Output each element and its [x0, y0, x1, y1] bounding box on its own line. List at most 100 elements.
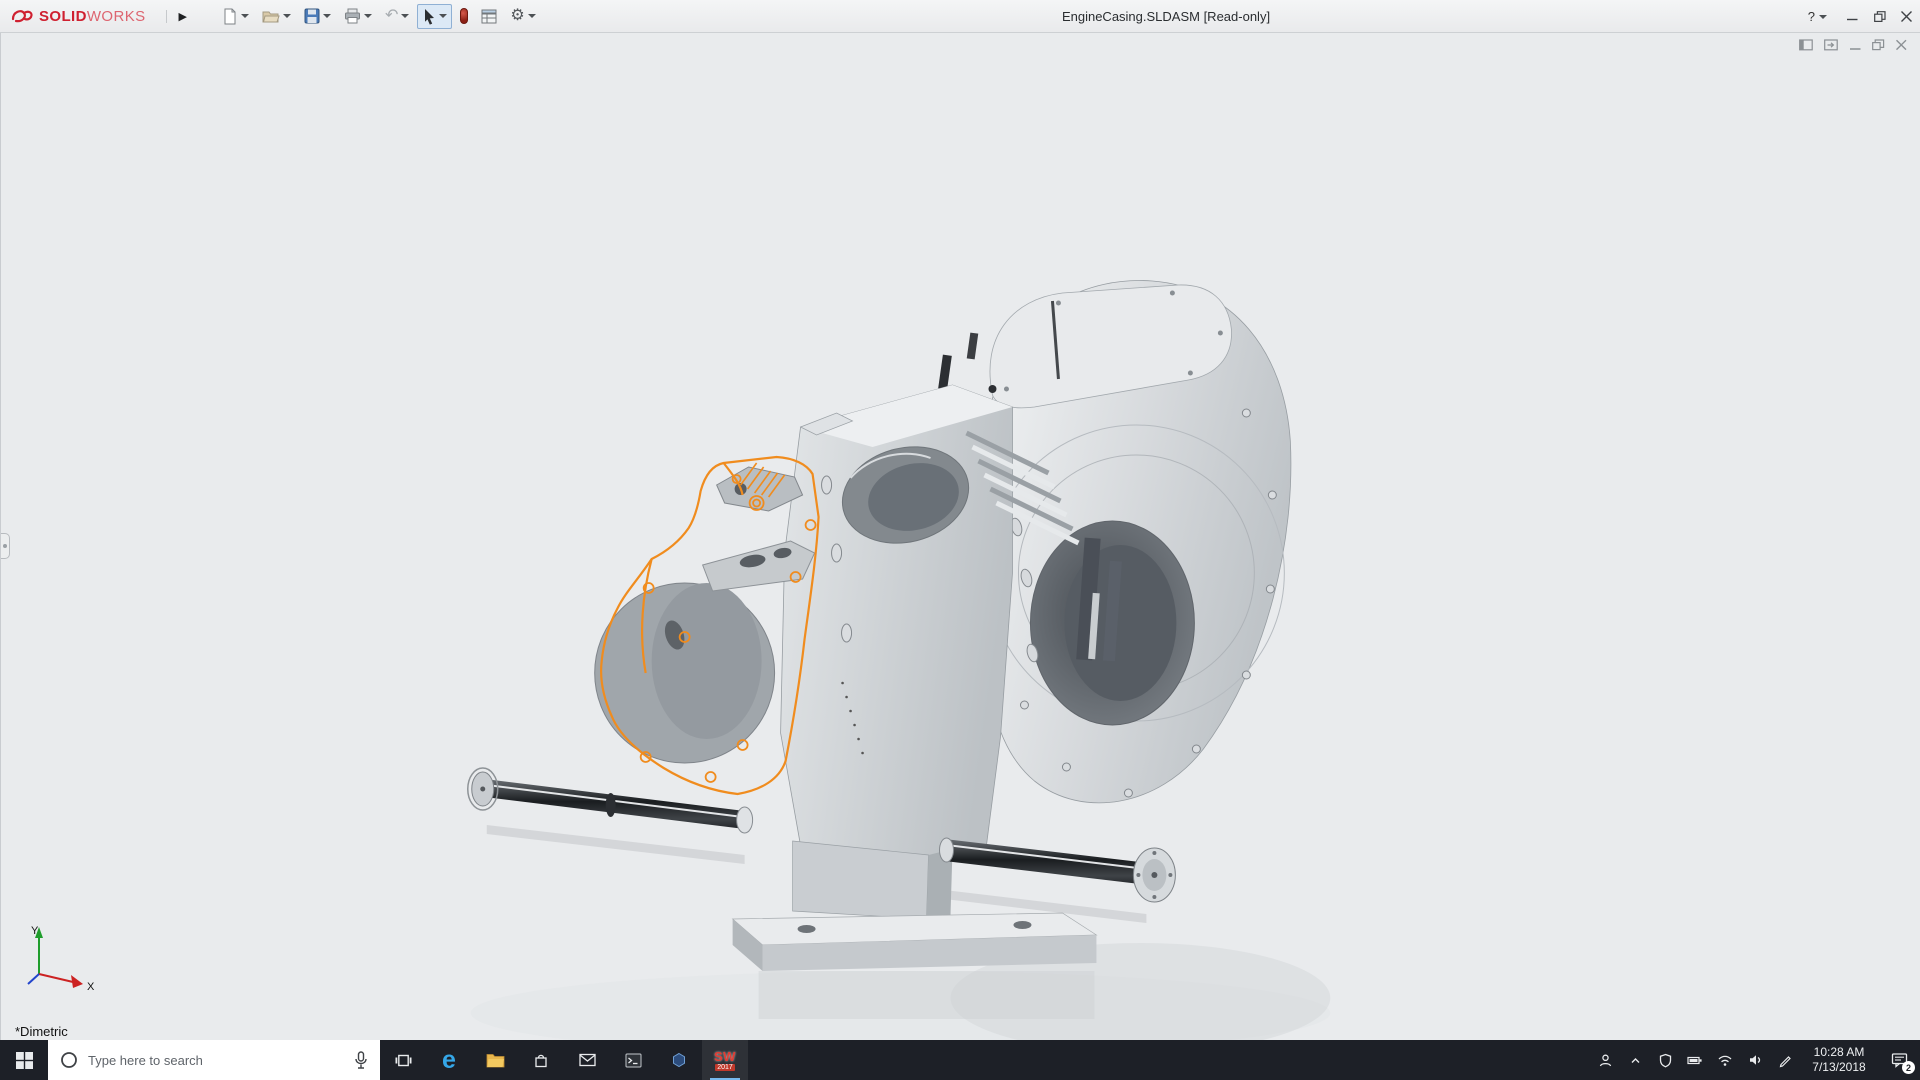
crankcase-housing[interactable]	[984, 281, 1291, 803]
system-tray: 10:28 AM 7/13/2018 2	[1590, 1040, 1920, 1080]
right-shaft[interactable]	[940, 838, 1176, 902]
close-icon	[1901, 11, 1912, 22]
dropdown-arrow-icon[interactable]	[401, 14, 409, 18]
store-button[interactable]	[518, 1040, 564, 1080]
file-explorer-icon	[486, 1052, 505, 1068]
solidworks-app-icon: SW 2017	[714, 1050, 736, 1071]
console-button[interactable]	[610, 1040, 656, 1080]
dock-pane-icon[interactable]	[1799, 39, 1814, 51]
quick-access-toolbar: ↶ ⚙	[217, 4, 541, 29]
windows-ink-button[interactable]	[1770, 1040, 1800, 1080]
options-button[interactable]: ⚙	[505, 4, 540, 28]
titlebar: SOLIDWORKS ▶	[0, 0, 1920, 33]
rebuild-button[interactable]	[455, 4, 473, 28]
x-axis-label: X	[87, 981, 95, 993]
view-orientation-label: *Dimetric	[15, 1024, 68, 1039]
logo-text: SOLIDWORKS	[39, 8, 146, 25]
menu-expand-arrow[interactable]: ▶	[166, 10, 187, 23]
volume-button[interactable]	[1740, 1040, 1770, 1080]
taskbar: e	[0, 1040, 1920, 1080]
dropdown-arrow-icon[interactable]	[323, 14, 331, 18]
help-button[interactable]: ?	[1796, 0, 1839, 33]
dropdown-arrow-icon[interactable]	[528, 14, 536, 18]
restore-button[interactable]	[1866, 0, 1893, 33]
microphone-icon[interactable]	[354, 1051, 368, 1069]
dropdown-arrow-icon[interactable]	[439, 14, 447, 18]
battery-icon	[1687, 1053, 1703, 1068]
select-cursor-icon	[422, 8, 436, 25]
taskbar-clock[interactable]: 10:28 AM 7/13/2018	[1800, 1040, 1878, 1080]
chevron-up-icon	[1629, 1054, 1642, 1067]
taskbar-app-icons: e	[380, 1040, 748, 1080]
document-minimize-icon[interactable]	[1849, 39, 1862, 51]
document-close-icon[interactable]	[1895, 39, 1908, 51]
new-document-button[interactable]	[217, 4, 254, 29]
search-input[interactable]	[88, 1053, 344, 1068]
select-tool-button[interactable]	[417, 4, 452, 29]
hexagon-app-icon	[671, 1052, 687, 1068]
taskbar-search[interactable]	[48, 1040, 380, 1080]
mail-envelope-icon	[579, 1053, 596, 1067]
edge-button[interactable]: e	[426, 1040, 472, 1080]
clock-date: 7/13/2018	[1812, 1060, 1865, 1075]
print-button[interactable]	[339, 4, 377, 28]
document-title: EngineCasing.SLDASM [Read-only]	[1062, 9, 1270, 24]
people-button[interactable]	[1590, 1040, 1620, 1080]
float-pane-icon[interactable]	[1824, 39, 1839, 51]
action-center-button[interactable]: 2	[1878, 1040, 1920, 1080]
mail-button[interactable]	[564, 1040, 610, 1080]
network-button[interactable]	[1710, 1040, 1740, 1080]
document-restore-icon[interactable]	[1872, 39, 1885, 51]
featuremanager-collapsed-tab[interactable]	[1, 533, 10, 559]
dropdown-arrow-icon[interactable]	[241, 14, 249, 18]
document-window-controls	[1799, 39, 1908, 51]
defender-button[interactable]	[1650, 1040, 1680, 1080]
people-icon	[1598, 1053, 1613, 1068]
dropdown-arrow-icon[interactable]	[283, 14, 291, 18]
minimize-button[interactable]	[1839, 0, 1866, 33]
pen-icon	[1778, 1053, 1793, 1068]
speaker-icon	[1748, 1053, 1763, 1067]
close-button[interactable]	[1893, 0, 1920, 33]
top-screws[interactable]	[938, 333, 996, 396]
open-button[interactable]	[257, 5, 296, 28]
sw-badge-text: SW	[714, 1050, 736, 1063]
z-axis-line	[28, 974, 39, 984]
y-axis-label: Y	[31, 925, 39, 937]
rebuild-icon	[460, 8, 468, 24]
restore-icon	[1874, 11, 1886, 22]
print-icon	[344, 8, 361, 24]
windows-logo-icon	[16, 1052, 33, 1069]
store-bag-icon	[533, 1052, 549, 1068]
save-floppy-icon	[304, 8, 320, 24]
file-explorer-button[interactable]	[472, 1040, 518, 1080]
tab-dot-icon	[3, 544, 7, 548]
shield-icon	[1658, 1053, 1673, 1068]
console-icon	[625, 1053, 642, 1068]
save-button[interactable]	[299, 4, 336, 28]
start-button[interactable]	[0, 1040, 48, 1080]
open-folder-icon	[262, 9, 280, 24]
left-shaft[interactable]	[468, 768, 753, 833]
graphics-area[interactable]: Y X *Dimetric	[0, 33, 1920, 1040]
battery-button[interactable]	[1680, 1040, 1710, 1080]
file-properties-button[interactable]	[476, 5, 502, 28]
cortana-icon	[60, 1051, 78, 1069]
task-view-button[interactable]	[380, 1040, 426, 1080]
settings-gear-icon: ⚙	[510, 8, 524, 24]
edrawings-button[interactable]	[656, 1040, 702, 1080]
model-canvas[interactable]	[1, 33, 1920, 1040]
new-document-icon	[222, 8, 238, 25]
solidworks-logo: SOLIDWORKS	[0, 6, 154, 26]
edge-icon: e	[442, 1048, 456, 1073]
notification-count-badge: 2	[1902, 1061, 1915, 1074]
task-view-icon	[395, 1053, 412, 1068]
show-hidden-icons-button[interactable]	[1620, 1040, 1650, 1080]
window-controls: ?	[1796, 0, 1920, 33]
dropdown-arrow-icon[interactable]	[364, 14, 372, 18]
solidworks-app-button[interactable]: SW 2017	[702, 1040, 748, 1080]
dropdown-arrow-icon[interactable]	[1819, 15, 1827, 19]
help-icon: ?	[1808, 9, 1815, 24]
undo-icon: ↶	[385, 8, 398, 24]
undo-button[interactable]: ↶	[380, 4, 414, 28]
